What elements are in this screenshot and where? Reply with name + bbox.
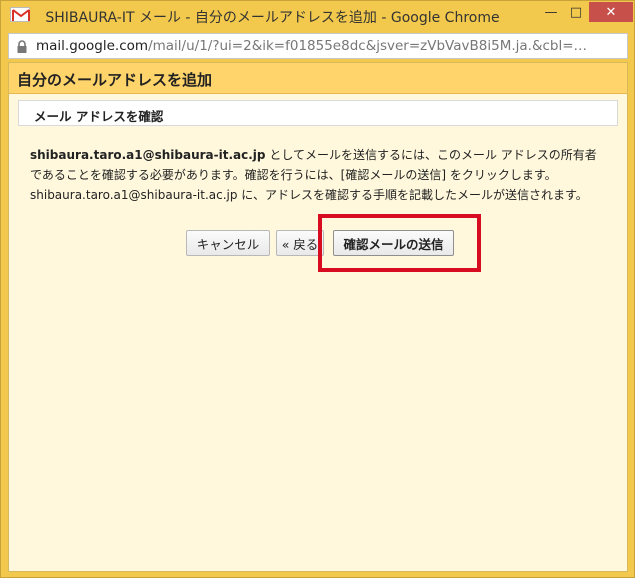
address-bar[interactable]: mail.google.com/mail/u/1/?ui=2&ik=f01855… [8, 33, 628, 59]
maximize-button[interactable]: □ [564, 2, 588, 22]
section-header: メール アドレスを確認 [18, 100, 618, 126]
description-line-3: shibaura.taro.a1@shibaura-it.ac.jp に、アドレ… [30, 188, 588, 202]
description-line-1: shibaura.taro.a1@shibaura-it.ac.jp としてメー… [30, 145, 620, 165]
url-host: mail.google.com [36, 38, 149, 54]
window-title: SHIBAURA-IT メール - 自分のメールアドレスを追加 - Google… [45, 10, 500, 26]
highlight-box [318, 214, 481, 272]
url-path: /mail/u/1/?ui=2&ik=f01855e8dc&jsver=zVbV… [148, 38, 588, 54]
dialog-header: 自分のメールアドレスを追加 [9, 63, 627, 94]
description-line-2: であることを確認する必要があります。確認を行うには、[確認メールの送信] をクリ… [30, 168, 557, 182]
verification-description: shibaura.taro.a1@shibaura-it.ac.jp としてメー… [30, 145, 620, 205]
email-address: shibaura.taro.a1@shibaura-it.ac.jp [30, 148, 266, 162]
dialog-panel: 自分のメールアドレスを追加 メール アドレスを確認 shibaura.taro.… [8, 62, 628, 572]
back-button[interactable]: « 戻る [276, 230, 324, 256]
minimize-button[interactable]: — [538, 2, 564, 22]
dialog-title: 自分のメールアドレスを追加 [17, 71, 213, 89]
close-button[interactable]: ✕ [589, 2, 633, 22]
lock-icon [16, 39, 28, 53]
description-line-1-text: としてメールを送信するには、このメール アドレスの所有者 [265, 148, 597, 162]
gmail-icon [10, 7, 30, 22]
cancel-button[interactable]: キャンセル [186, 230, 270, 256]
chrome-popup-window: SHIBAURA-IT メール - 自分のメールアドレスを追加 - Google… [0, 0, 635, 578]
url-text[interactable]: mail.google.com/mail/u/1/?ui=2&ik=f01855… [36, 38, 619, 54]
section-title: メール アドレスを確認 [34, 109, 164, 124]
title-bar: SHIBAURA-IT メール - 自分のメールアドレスを追加 - Google… [1, 1, 634, 33]
